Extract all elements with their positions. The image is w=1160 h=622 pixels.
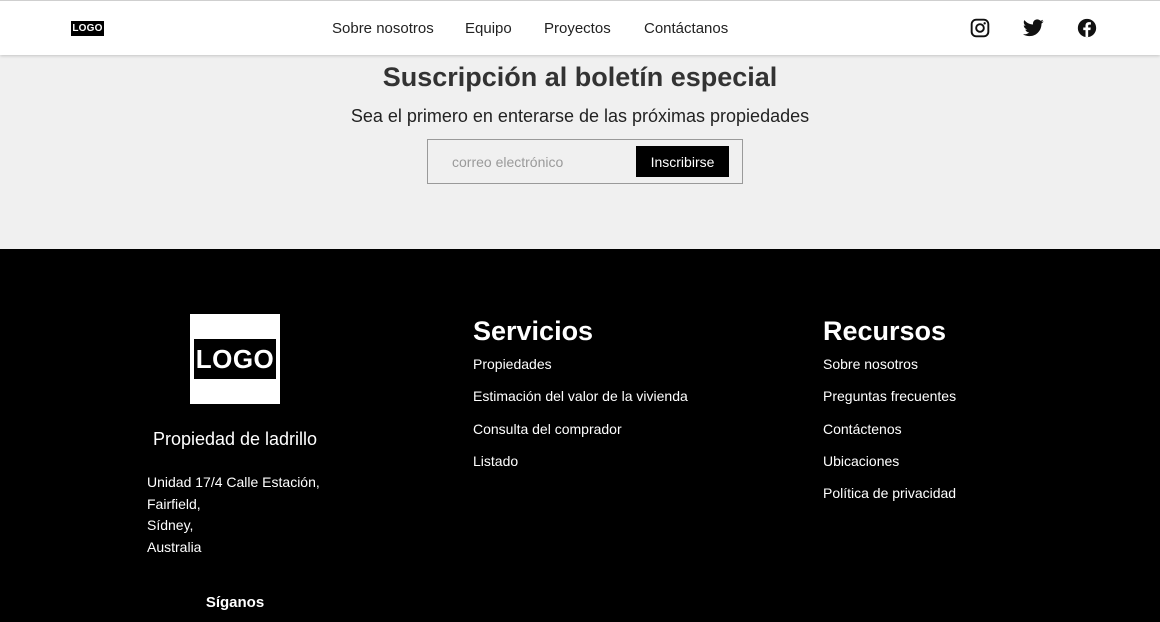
resources-link-about[interactable]: Sobre nosotros xyxy=(823,356,956,373)
follow-us-label: Síganos xyxy=(205,594,265,611)
services-link-properties[interactable]: Propiedades xyxy=(473,356,688,373)
services-title: Servicios xyxy=(473,316,594,346)
services-link-buyer-inquiry[interactable]: Consulta del comprador xyxy=(473,421,688,438)
nav-link-about[interactable]: Sobre nosotros xyxy=(332,20,434,38)
nav-link-projects[interactable]: Proyectos xyxy=(544,20,611,38)
instagram-icon[interactable] xyxy=(969,17,991,39)
resources-link-privacy[interactable]: Política de privacidad xyxy=(823,485,956,502)
nav-link-team[interactable]: Equipo xyxy=(465,20,512,38)
nav-logo[interactable]: LOGO xyxy=(71,21,104,36)
resources-link-faq[interactable]: Preguntas frecuentes xyxy=(823,388,956,405)
facebook-icon[interactable] xyxy=(1076,17,1098,39)
company-name: Propiedad de ladrillo xyxy=(152,429,318,449)
newsletter-subtitle: Sea el primero en enterarse de las próxi… xyxy=(350,106,810,126)
nav-link-contact[interactable]: Contáctanos xyxy=(644,20,728,38)
resources-link-contact[interactable]: Contáctenos xyxy=(823,421,956,438)
newsletter-title: Suscripción al boletín especial xyxy=(382,62,778,92)
newsletter-section: Suscripción al boletín especial Sea el p… xyxy=(0,55,1160,249)
company-address: Unidad 17/4 Calle Estación, Fairfield, S… xyxy=(147,472,320,558)
top-navigation-bar: LOGO Sobre nosotros Equipo Proyectos Con… xyxy=(0,0,1160,55)
resources-title: Recursos xyxy=(823,316,947,346)
footer: LOGO Propiedad de ladrillo Unidad 17/4 C… xyxy=(0,249,1160,622)
address-line: Unidad 17/4 Calle Estación, xyxy=(147,474,320,490)
footer-logo: LOGO xyxy=(190,314,280,404)
subscribe-button[interactable]: Inscribirse xyxy=(636,146,729,177)
resources-link-locations[interactable]: Ubicaciones xyxy=(823,453,956,470)
address-line: Sídney, xyxy=(147,517,194,533)
email-input[interactable] xyxy=(440,148,630,176)
twitter-icon[interactable] xyxy=(1022,17,1044,39)
footer-logo-text: LOGO xyxy=(194,339,276,379)
services-link-listing[interactable]: Listado xyxy=(473,453,688,470)
newsletter-form: Inscribirse xyxy=(427,139,743,184)
resources-column: Recursos Sobre nosotros Preguntas frecue… xyxy=(823,315,956,517)
services-link-home-valuation[interactable]: Estimación del valor de la vivienda xyxy=(473,388,688,405)
address-line: Fairfield, xyxy=(147,495,201,512)
services-column: Servicios Propiedades Estimación del val… xyxy=(473,315,688,485)
address-line: Australia xyxy=(147,538,202,555)
